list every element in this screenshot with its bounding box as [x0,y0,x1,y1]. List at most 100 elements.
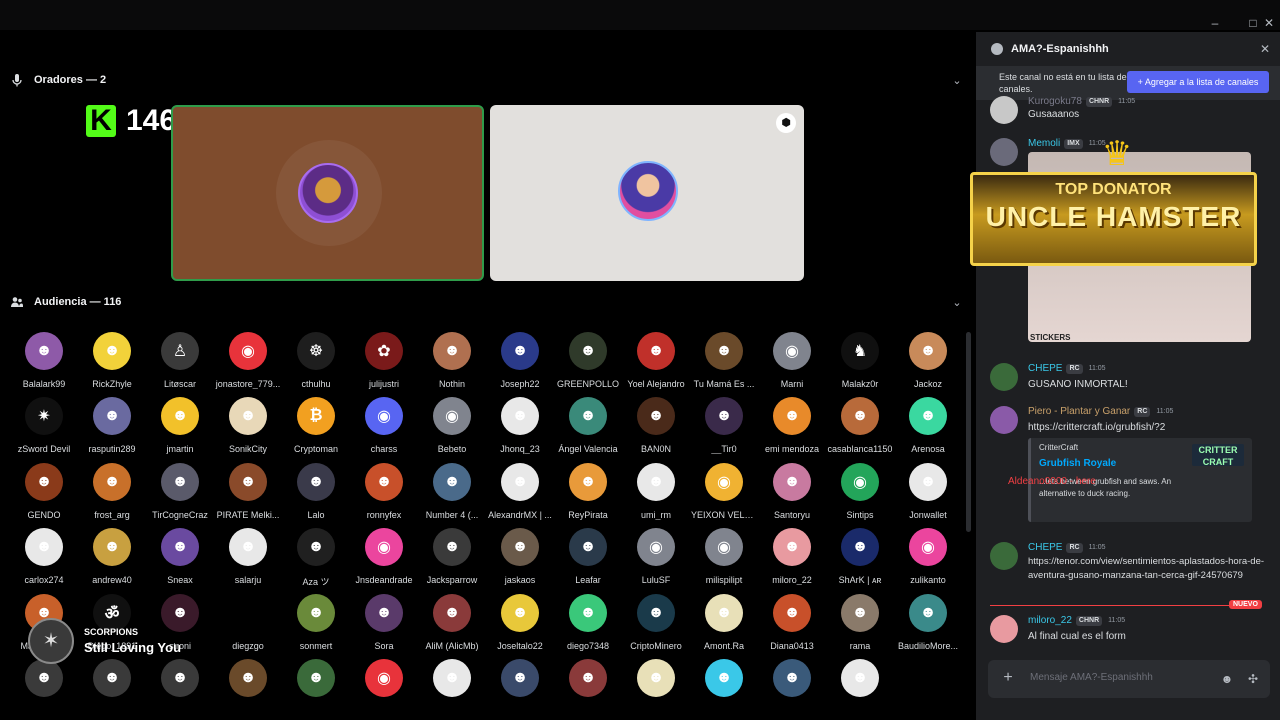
audience-member[interactable]: ◉ zulikanto [894,526,962,591]
chevron-down-icon[interactable]: ⌄ [950,74,964,88]
message-author[interactable]: miloro_22 [1028,615,1072,626]
audience-member[interactable]: ☻ Jonwallet [894,461,962,526]
avatar[interactable]: ☻ [569,528,607,567]
message-author[interactable]: CHEPE [1028,363,1062,374]
audience-member[interactable]: ☻ Sora [350,592,418,657]
audience-member[interactable]: ◉ LuluSF [622,526,690,591]
avatar[interactable]: ☻ [569,593,607,632]
audience-member[interactable]: ◉ milispilipt [690,526,758,591]
audience-member[interactable]: ☻ PIRATE Melki... [214,461,282,526]
avatar[interactable]: ☻ [229,528,267,567]
audience-member[interactable]: ☻ [554,657,622,720]
avatar[interactable]: ☻ [841,397,879,436]
audience-member[interactable]: ☻ CriptoMinero [622,592,690,657]
avatar[interactable]: ☻ [93,397,131,436]
avatar[interactable]: ◉ [841,462,879,501]
audience-member[interactable]: ☻ emi mendoza [758,395,826,460]
audience-member[interactable]: ☻ Diana0413 [758,592,826,657]
audience-member[interactable]: ☻ RickZhyle [78,330,146,395]
avatar[interactable]: ☻ [161,462,199,501]
audience-member[interactable]: ☻ andrew40 [78,526,146,591]
audience-member[interactable]: ₿ Cryptoman [282,395,350,460]
avatar[interactable]: ☻ [229,462,267,501]
avatar[interactable]: ☻ [229,397,267,436]
avatar[interactable]: ☻ [773,593,811,632]
avatar[interactable]: ☻ [569,397,607,436]
avatar[interactable] [990,96,1018,124]
audience-member[interactable]: ☻ [214,657,282,720]
audience-member[interactable]: ☻ Aza ツ [282,526,350,591]
avatar[interactable]: ☻ [569,332,607,370]
audience-member[interactable]: ☻ Joseltalo22 [486,592,554,657]
avatar[interactable]: ☻ [433,658,471,697]
message-author[interactable]: Memoli [1028,138,1060,149]
avatar[interactable]: ◉ [705,462,743,501]
audience-member[interactable]: ◉ Bebeto [418,395,486,460]
avatar[interactable]: ✿ [365,332,403,370]
audience-member[interactable]: ☻ [146,657,214,720]
avatar[interactable]: ☻ [433,332,471,370]
audience-member[interactable]: ☸ cthulhu [282,330,350,395]
audience-member[interactable]: ☻ Amont.Ra [690,592,758,657]
audience-member[interactable]: ☻ diego7348 [554,592,622,657]
audience-member[interactable]: ☻ SonikCity [214,395,282,460]
avatar[interactable]: ☻ [501,462,539,501]
add-attachment-icon[interactable]: + [998,668,1018,688]
avatar[interactable]: ☻ [909,462,947,501]
audience-member[interactable]: ☻ rasputin289 [78,395,146,460]
avatar[interactable]: ☻ [25,528,63,567]
avatar[interactable]: ◉ [365,658,403,697]
message-author[interactable]: Kurogoku78 [1028,96,1082,107]
avatar[interactable]: ☻ [161,528,199,567]
audience-member[interactable]: ☻ [78,657,146,720]
add-channel-button[interactable]: + Agregar a la lista de canales [1127,71,1269,93]
avatar[interactable]: ♙ [161,332,199,370]
audience-member[interactable]: ◉ Jnsdeandrade [350,526,418,591]
audience-member[interactable]: ☻ frost_arg [78,461,146,526]
avatar[interactable]: ☻ [637,332,675,370]
audience-member[interactable]: ☻ Santoryu [758,461,826,526]
audience-member[interactable]: ☻ ronnyfex [350,461,418,526]
audience-member[interactable]: ♞ Malakz0r [826,330,894,395]
avatar[interactable]: ☻ [297,528,335,567]
avatar[interactable] [990,615,1018,643]
avatar[interactable]: ☻ [161,397,199,436]
avatar[interactable]: ₿ [297,397,335,436]
avatar[interactable]: ☻ [297,593,335,632]
audience-member[interactable]: ☻ GENDO [10,461,78,526]
close-icon[interactable]: ✕ [1260,42,1270,56]
audience-member[interactable]: ☻ jaskaos [486,526,554,591]
message-author[interactable]: Piero - Plantar y Ganar [1028,406,1130,417]
avatar[interactable]: ☻ [433,462,471,501]
avatar[interactable]: ◉ [637,528,675,567]
audience-member[interactable]: ☻ Joseph22 [486,330,554,395]
avatar[interactable]: ☻ [93,332,131,370]
message-link[interactable]: https://tenor.com/view/sentimientos-apla… [1028,555,1268,583]
message-link[interactable]: https://crittercraft.io/grubfish/?2 [1028,421,1268,435]
chevron-down-icon[interactable]: ⌄ [950,296,964,310]
audience-member[interactable]: ☻ [758,657,826,720]
avatar[interactable]: ☻ [773,462,811,501]
audience-member[interactable]: ☻ GREENPOLLO [554,330,622,395]
avatar[interactable]: ◉ [433,397,471,436]
audience-member[interactable]: ◉ [350,657,418,720]
audience-scrollbar[interactable] [966,332,971,532]
audience-member[interactable]: ◉ jonastore_779... [214,330,282,395]
avatar[interactable]: ☻ [569,462,607,501]
avatar[interactable]: ☻ [773,397,811,436]
audience-member[interactable]: ✷ zSword Devil [10,395,78,460]
audience-member[interactable]: ☻ __Tir0 [690,395,758,460]
audience-member[interactable]: ☻ TirCogneCraz [146,461,214,526]
audience-header[interactable]: Audiencia — 116 [10,292,121,312]
avatar[interactable]: ☻ [773,658,811,697]
audience-member[interactable]: ☻ [622,657,690,720]
avatar[interactable]: ☻ [909,593,947,632]
avatar[interactable]: ☸ [297,332,335,370]
audience-member[interactable]: ☻ umi_rm [622,461,690,526]
audience-member[interactable]: ☻ rama [826,592,894,657]
avatar[interactable]: ♞ [841,332,879,370]
audience-member[interactable]: ◉ charss [350,395,418,460]
avatar[interactable]: ☻ [433,593,471,632]
avatar[interactable]: ☻ [297,658,335,697]
avatar[interactable]: ☻ [637,397,675,436]
